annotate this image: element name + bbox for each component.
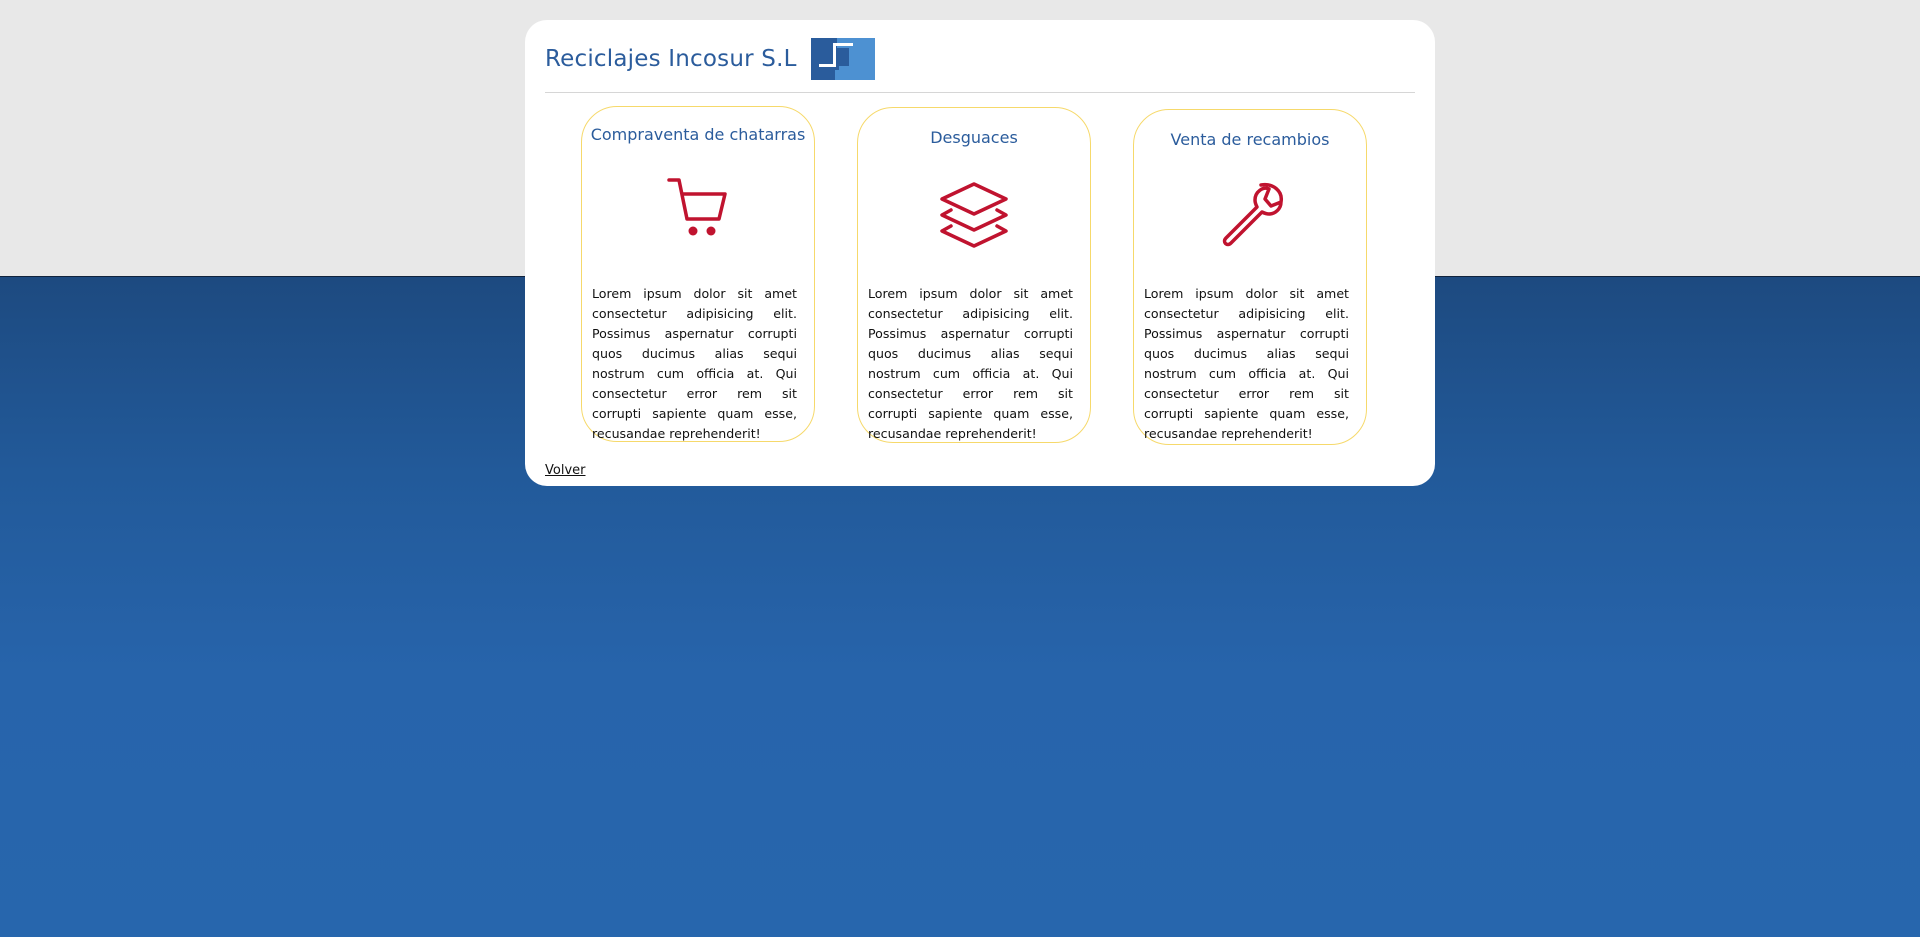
site-title: Reciclajes Incosur S.L: [545, 46, 797, 72]
service-title: Venta de recambios: [1170, 130, 1330, 149]
service-card-desguaces: Desguaces Lorem ipsum dolor sit amet con…: [857, 107, 1091, 443]
service-card-compraventa: Compraventa de chatarras Lorem ipsum dol…: [581, 106, 815, 442]
service-card-recambios: Venta de recambios Lorem ipsum dolor sit…: [1133, 109, 1367, 445]
shopping-cart-icon: [667, 178, 727, 236]
company-logo: [810, 38, 875, 80]
service-title: Compraventa de chatarras: [590, 125, 806, 144]
main-card: Reciclajes Incosur S.L Compraventa de ch…: [525, 20, 1435, 486]
site-header: Reciclajes Incosur S.L: [545, 38, 875, 80]
service-description: Lorem ipsum dolor sit amet consectetur a…: [868, 286, 1073, 441]
back-link[interactable]: Volver: [545, 463, 586, 478]
service-title: Desguaces: [930, 128, 1018, 147]
layers-icon: [940, 182, 1008, 248]
service-description: Lorem ipsum dolor sit amet consectetur a…: [592, 286, 797, 441]
header-divider: [545, 92, 1415, 93]
service-description: Lorem ipsum dolor sit amet consectetur a…: [1144, 286, 1349, 441]
wrench-icon: [1222, 182, 1283, 247]
